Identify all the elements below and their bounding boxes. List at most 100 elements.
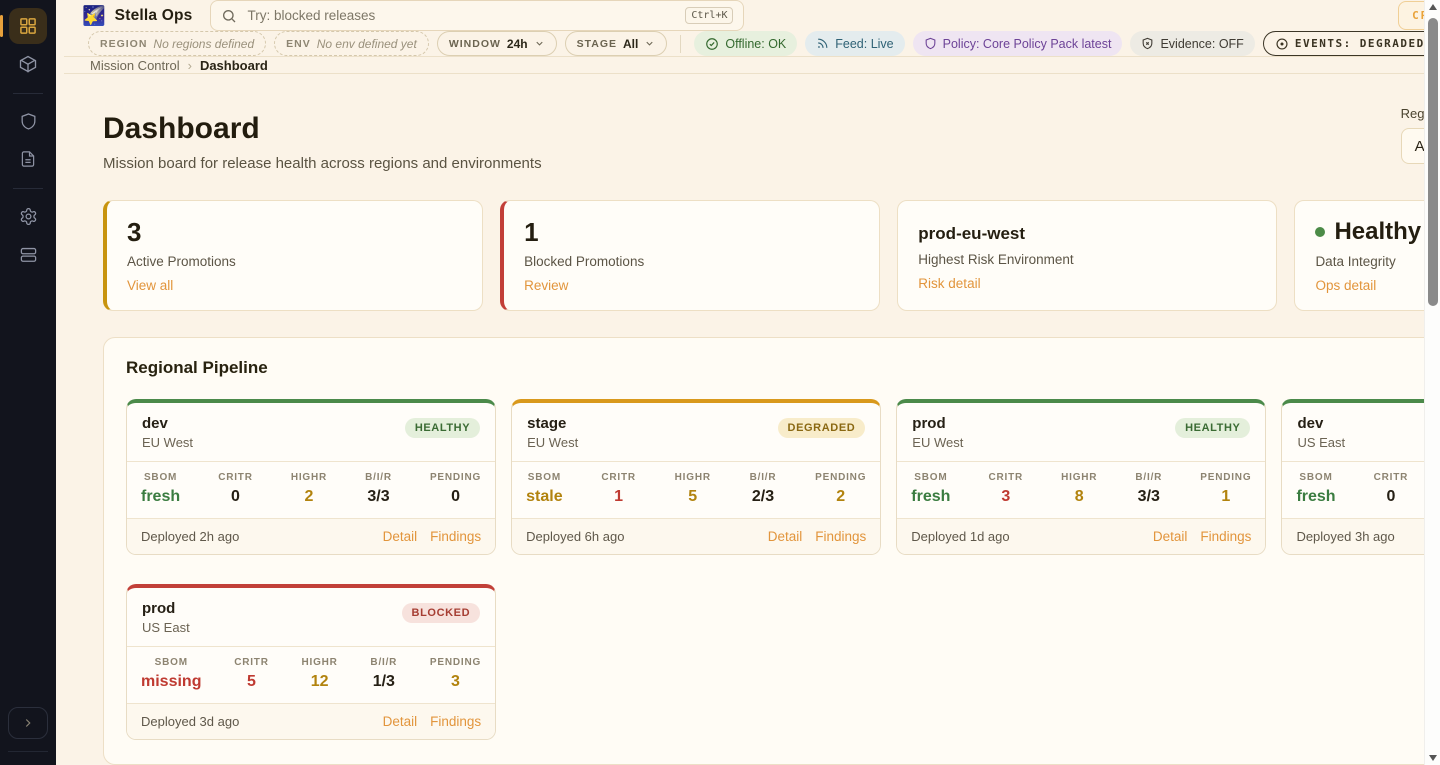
page-subtitle: Mission board for release health across … <box>103 155 542 172</box>
breadcrumb-separator-icon: › <box>188 58 192 73</box>
chevron-down-icon <box>534 38 545 49</box>
breadcrumb-parent[interactable]: Mission Control <box>90 58 180 73</box>
search-icon <box>221 8 237 24</box>
shield-icon <box>19 112 38 131</box>
detail-link[interactable]: Detail <box>383 529 418 544</box>
data-integrity-card: Healthy Data Integrity Ops detail <box>1294 200 1440 311</box>
events-status-text: EVENTS: DEGRADED <box>1295 37 1425 50</box>
chevron-right-icon <box>21 716 35 730</box>
blocked-promotions-label: Blocked Promotions <box>524 254 859 269</box>
regional-pipeline-panel: Regional Pipeline All environments dev E… <box>103 337 1440 765</box>
stat-label: PENDING <box>430 472 481 483</box>
sidebar-item-dashboard[interactable] <box>9 8 47 44</box>
sidebar-item-docs[interactable] <box>9 141 47 177</box>
env-region: EU West <box>912 435 963 450</box>
risk-detail-link[interactable]: Risk detail <box>918 276 980 291</box>
findings-link[interactable]: Findings <box>1200 529 1251 544</box>
policy-badge-text: Policy: Core Policy Pack latest <box>943 37 1112 51</box>
rss-icon <box>816 37 829 50</box>
pending-value: 1 <box>1200 488 1251 506</box>
pending-value: 3 <box>430 673 481 691</box>
check-circle-icon <box>705 37 719 51</box>
pending-value: 0 <box>430 488 481 506</box>
critr-value: 3 <box>988 488 1023 506</box>
stat-label: CRITR <box>1374 472 1409 483</box>
global-search[interactable]: Ctrl+K <box>210 0 744 31</box>
stage-filter-value: All <box>623 37 638 51</box>
pipeline-grid: dev EU West HEALTHY SBOM fresh CRITR 0 HIG… <box>126 399 1440 740</box>
active-promotions-label: Active Promotions <box>127 254 462 269</box>
scrollbar-down-arrow-icon[interactable] <box>1429 755 1437 761</box>
status-badge: HEALTHY <box>405 418 480 438</box>
brand[interactable]: 🌠 Stella Ops <box>82 4 192 28</box>
highr-value: 8 <box>1061 488 1097 506</box>
chevron-down-icon <box>644 38 655 49</box>
sbom-value: fresh <box>141 488 180 506</box>
stat-label: B/I/R <box>370 657 397 668</box>
env-name: prod <box>142 600 190 617</box>
page-scrollbar[interactable] <box>1424 0 1440 765</box>
offline-status-badge[interactable]: Offline: OK <box>694 31 797 56</box>
pipeline-card-dev-eu-west: dev EU West HEALTHY SBOMfresh CRITR0 HIG… <box>126 399 496 555</box>
stat-label: CRITR <box>988 472 1023 483</box>
sidebar-item-infrastructure[interactable] <box>9 236 47 272</box>
detail-link[interactable]: Detail <box>768 529 803 544</box>
sidebar-expand-button[interactable] <box>8 707 48 739</box>
highest-risk-card: prod-eu-west Highest Risk Environment Ri… <box>897 200 1277 311</box>
findings-link[interactable]: Findings <box>430 529 481 544</box>
review-link[interactable]: Review <box>524 278 568 293</box>
stat-label: SBOM <box>911 472 950 483</box>
env-filter-pill[interactable]: ENV No env defined yet <box>274 31 429 56</box>
highr-value: 2 <box>291 488 327 506</box>
active-promotions-value: 3 <box>127 218 462 247</box>
scrollbar-up-arrow-icon[interactable] <box>1429 4 1437 10</box>
detail-link[interactable]: Detail <box>1153 529 1188 544</box>
stat-label: HIGHR <box>675 472 711 483</box>
stat-label: HIGHR <box>301 657 337 668</box>
findings-link[interactable]: Findings <box>430 714 481 729</box>
highest-risk-label: Highest Risk Environment <box>918 252 1256 267</box>
brand-name: Stella Ops <box>115 7 193 25</box>
ops-detail-link[interactable]: Ops detail <box>1315 278 1376 293</box>
env-name: prod <box>912 415 963 432</box>
sidebar <box>0 0 56 765</box>
sidebar-item-settings[interactable] <box>9 198 47 234</box>
bir-value: 3/3 <box>365 488 392 506</box>
detail-link[interactable]: Detail <box>383 714 418 729</box>
stage-filter-pill[interactable]: STAGE All <box>565 31 668 56</box>
deployed-time: Deployed 3h ago <box>1296 529 1394 544</box>
region-filter-label: REGION <box>100 38 147 50</box>
shield-off-icon <box>1141 37 1154 50</box>
breadcrumb: Mission Control › Dashboard <box>64 57 1440 74</box>
stat-label: B/I/R <box>1135 472 1162 483</box>
bir-value: 1/3 <box>370 673 397 691</box>
stat-label: PENDING <box>430 657 481 668</box>
sbom-value: stale <box>526 488 562 506</box>
stat-label: PENDING <box>815 472 866 483</box>
findings-link[interactable]: Findings <box>815 529 866 544</box>
circle-dot-icon <box>1275 37 1289 51</box>
view-all-link[interactable]: View all <box>127 278 173 293</box>
health-dot-icon <box>1315 227 1325 237</box>
package-icon <box>18 54 38 74</box>
blocked-promotions-value: 1 <box>524 218 859 247</box>
stat-label: SBOM <box>1296 472 1335 483</box>
feed-status-badge[interactable]: Feed: Live <box>805 31 904 56</box>
scrollbar-thumb[interactable] <box>1428 18 1438 306</box>
search-input[interactable] <box>245 7 677 24</box>
env-name: dev <box>142 415 193 432</box>
stat-label: SBOM <box>141 657 201 668</box>
data-integrity-label: Data Integrity <box>1315 254 1440 269</box>
sidebar-item-releases[interactable] <box>9 46 47 82</box>
highr-value: 12 <box>301 673 337 691</box>
critr-value: 0 <box>1374 488 1409 506</box>
env-region: US East <box>1297 435 1345 450</box>
policy-badge[interactable]: Policy: Core Policy Pack latest <box>913 31 1123 56</box>
region-filter-pill[interactable]: REGION No regions defined <box>88 31 266 56</box>
window-filter-pill[interactable]: WINDOW 24h <box>437 31 557 56</box>
critr-value: 5 <box>234 673 269 691</box>
region-filter-value: No regions defined <box>153 37 254 51</box>
sidebar-item-security[interactable] <box>9 103 47 139</box>
events-status-badge[interactable]: EVENTS: DEGRADED <box>1263 31 1437 56</box>
evidence-badge[interactable]: Evidence: OFF <box>1130 31 1254 56</box>
